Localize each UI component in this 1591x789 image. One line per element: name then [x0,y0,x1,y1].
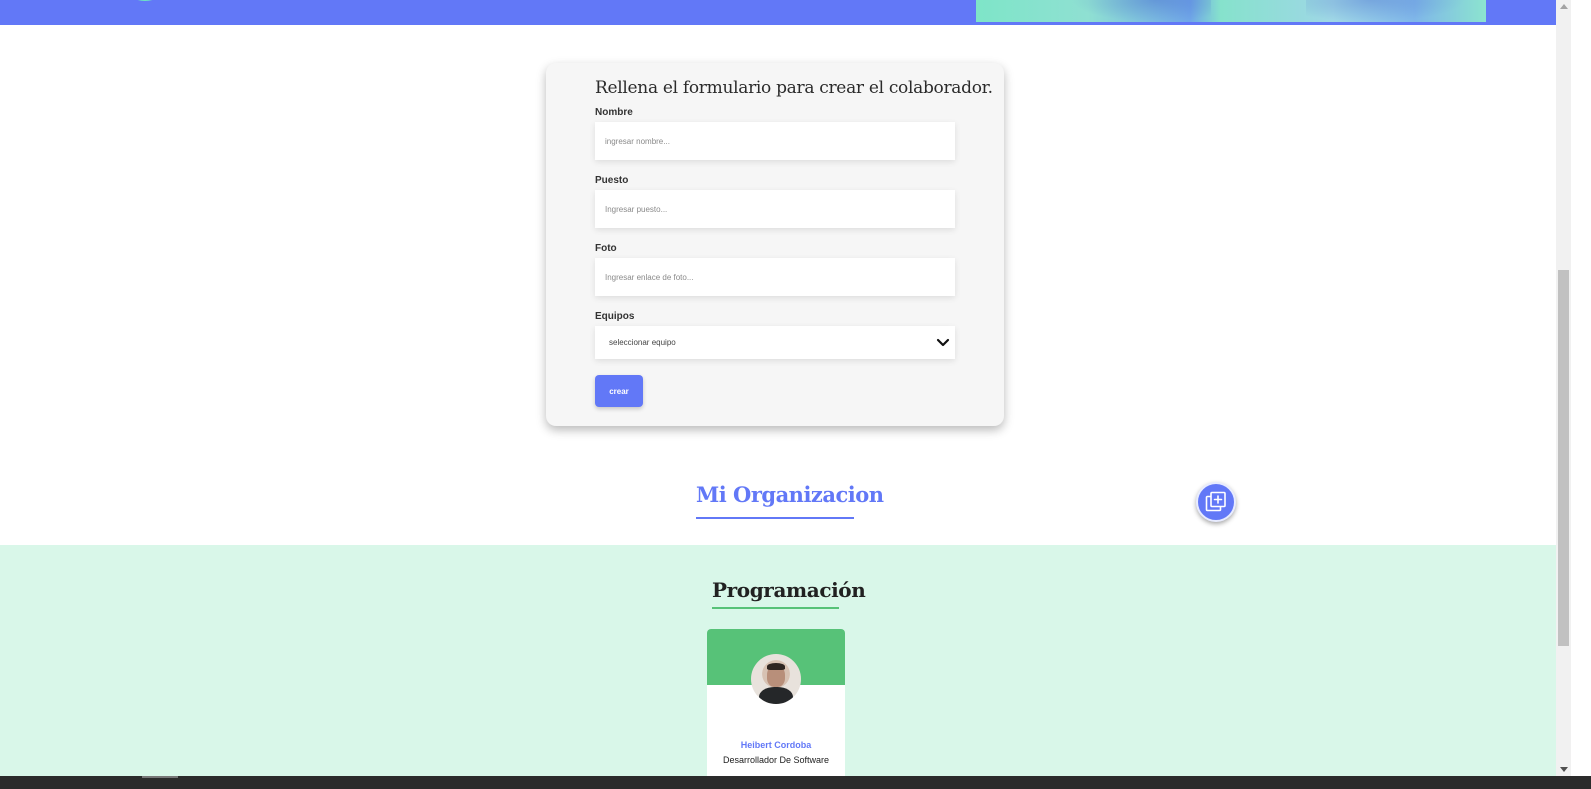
collaborator-name: Heibert Cordoba [740,740,812,750]
collaborator-card: Heibert Cordoba Desarrollador De Softwar… [707,629,845,789]
team-section-programacion: Programación Heibert Cordoba Desarrollad… [0,545,1556,789]
position-input[interactable] [595,190,955,228]
form-title: Rellena el formulario para crear el cola… [595,78,993,98]
scrollbar-thumb[interactable] [1558,270,1569,646]
team-title: Programación [712,578,866,609]
photo-input[interactable] [595,258,955,296]
collaborator-role: Desarrollador De Software [722,755,830,765]
logo [118,0,172,1]
scroll-down-icon[interactable] [1560,767,1568,772]
organization-title: Mi Organizacion [696,482,884,519]
banner-image [976,0,1486,22]
top-banner [0,0,1556,25]
photo-label: Foto [595,243,617,254]
chevron-down-icon [936,338,950,347]
horizontal-scrollbar[interactable] [0,776,1591,789]
toggle-form-button[interactable] [1196,482,1236,522]
team-select[interactable]: seleccionar equipo [595,326,955,359]
collaborator-form: Rellena el formulario para crear el cola… [546,63,1004,426]
window-edge [1571,0,1591,776]
team-label: Equipos [595,311,635,322]
vertical-scrollbar[interactable] [1556,0,1571,776]
avatar [751,654,801,704]
create-button[interactable]: crear [595,375,643,407]
team-select-value: seleccionar equipo [609,338,676,347]
name-label: Nombre [595,107,633,118]
add-layers-icon [1205,491,1226,512]
horizontal-scrollbar-thumb[interactable] [142,776,178,778]
scroll-up-icon[interactable] [1560,4,1568,9]
name-input[interactable] [595,122,955,160]
position-label: Puesto [595,175,629,186]
